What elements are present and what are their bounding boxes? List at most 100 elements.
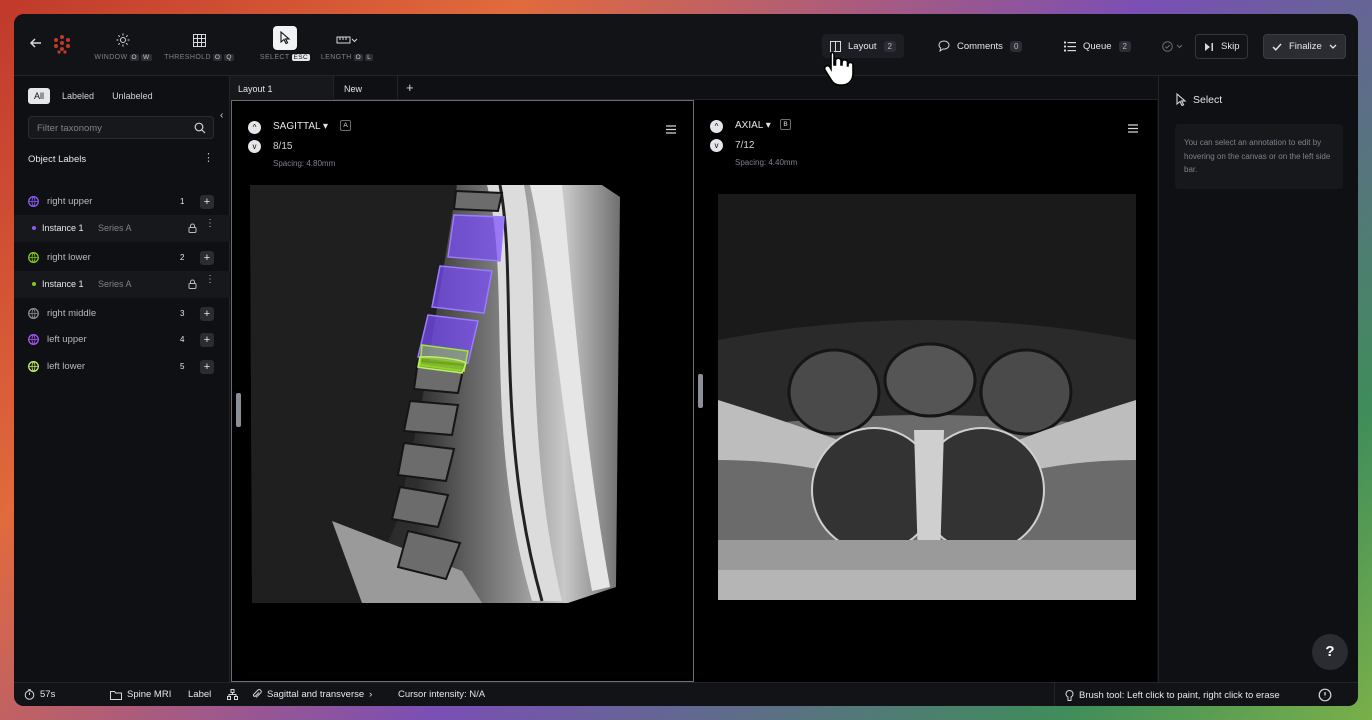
sphere-icon: [28, 334, 39, 345]
shortcut-key: O: [212, 54, 223, 61]
add-instance-button[interactable]: +: [200, 332, 214, 347]
object-labels-title: Object Labels: [28, 154, 87, 165]
label-item-left-lower[interactable]: left lower 5 +: [14, 353, 230, 380]
chat-icon: [1318, 688, 1332, 702]
label-item-left-upper[interactable]: left upper 4 +: [14, 326, 230, 353]
skip-label: Skip: [1221, 41, 1240, 52]
check-circle-icon: [1162, 40, 1173, 52]
back-button[interactable]: [28, 36, 44, 52]
hamburger-menu-icon[interactable]: [666, 125, 676, 134]
length-tool[interactable]: LENGTH O L: [312, 30, 382, 61]
add-tab-button[interactable]: +: [406, 80, 414, 95]
chevron-down-icon: [1329, 44, 1337, 49]
series-selector[interactable]: Sagittal and transverse ›: [252, 689, 372, 700]
tool-details-panel: Select You can select an annotation to e…: [1158, 76, 1358, 682]
instance-name: Instance 1: [42, 223, 84, 233]
instance-row[interactable]: Instance 1 Series A ⋮: [14, 215, 230, 242]
axial-mri-image[interactable]: [694, 100, 1157, 682]
label-shortcut: 2: [180, 253, 185, 262]
grid-icon: [192, 33, 206, 47]
layout-count: 2: [883, 40, 896, 52]
viewport-plane-dropdown[interactable]: AXIAL ▾: [735, 120, 771, 131]
slice-spacing: Spacing: 4.40mm: [735, 158, 798, 167]
taxonomy-search: [28, 116, 214, 139]
timer: 57s: [24, 689, 55, 700]
hand-cursor-icon: [824, 51, 854, 86]
chevron-right-icon: ›: [369, 689, 373, 700]
sagittal-mri-image[interactable]: [232, 101, 695, 683]
search-icon[interactable]: [194, 122, 206, 134]
plane-name: AXIAL: [735, 120, 763, 131]
resize-handle[interactable]: [236, 393, 241, 427]
status-dropdown[interactable]: [1154, 34, 1191, 58]
label-name: right middle: [47, 308, 97, 319]
viewport-tag: A: [340, 120, 351, 131]
tab-layout-1[interactable]: Layout 1: [230, 76, 334, 100]
brush-icon: [1065, 689, 1074, 701]
brush-hint-text: Brush tool: Left click to paint, right c…: [1079, 689, 1280, 701]
sagittal-viewport[interactable]: ^ v SAGITTAL ▾ A 8/15 Spacing: 4.80mm: [231, 100, 694, 682]
filter-unlabeled[interactable]: Unlabeled: [106, 88, 159, 104]
kebab-menu-icon[interactable]: ⋮: [205, 275, 215, 285]
sun-icon: [116, 33, 130, 47]
hierarchy-icon[interactable]: [227, 689, 238, 700]
lock-icon[interactable]: [188, 279, 197, 289]
help-button[interactable]: ?: [1312, 634, 1348, 670]
label-filter-tabs: All Labeled Unlabeled: [28, 88, 159, 104]
select-tool[interactable]: SELECT ESC: [250, 26, 320, 61]
label-shortcut: 1: [180, 197, 185, 206]
threshold-tool[interactable]: THRESHOLD O Q: [164, 30, 234, 61]
skip-icon: [1205, 42, 1213, 51]
shortcut-key: L: [365, 54, 374, 61]
slice-index: 8/15: [273, 141, 293, 152]
add-instance-button[interactable]: +: [200, 194, 214, 209]
kebab-menu-icon[interactable]: ⋮: [205, 219, 215, 229]
chevron-down-icon[interactable]: v: [248, 140, 261, 153]
add-instance-button[interactable]: +: [200, 359, 214, 374]
select-hint: You can select an annotation to edit by …: [1175, 124, 1343, 189]
window-tool-label: WINDOW: [94, 54, 128, 61]
cursor-intensity: Cursor intensity: N/A: [398, 689, 486, 700]
window-tool[interactable]: WINDOW O W: [88, 30, 158, 61]
filter-all[interactable]: All: [28, 88, 51, 104]
shortcut-key: W: [141, 54, 152, 61]
label-item-right-lower[interactable]: right lower 2 +: [14, 244, 230, 271]
select-tool-label: SELECT: [259, 54, 290, 61]
hamburger-menu-icon[interactable]: [1128, 124, 1138, 133]
comments-count: 0: [1009, 40, 1023, 52]
finalize-button[interactable]: Finalize: [1263, 34, 1346, 59]
brush-hint: Brush tool: Left click to paint, right c…: [1054, 683, 1280, 706]
label-item-right-upper[interactable]: right upper 1 +: [14, 188, 230, 215]
lock-icon[interactable]: [188, 223, 197, 233]
feedback-button[interactable]: [1318, 688, 1332, 702]
skip-button[interactable]: Skip: [1195, 34, 1249, 59]
collapse-sidebar-icon[interactable]: ‹: [220, 110, 223, 121]
add-instance-button[interactable]: +: [200, 250, 214, 265]
chevron-up-icon[interactable]: ^: [710, 120, 723, 133]
add-instance-button[interactable]: +: [200, 306, 214, 321]
chevron-down-icon[interactable]: v: [710, 139, 723, 152]
taxonomy-sidebar: All Labeled Unlabeled Object Labels ⋮ ri…: [14, 76, 230, 682]
hierarchy-icon-svg: [227, 689, 238, 700]
chevron-up-icon[interactable]: ^: [248, 121, 261, 134]
shortcut-key: Q: [224, 54, 234, 61]
label-shortcut: 5: [180, 362, 185, 371]
comments-button[interactable]: Comments 0: [930, 34, 1030, 58]
instance-row[interactable]: Instance 1 Series A ⋮: [14, 271, 230, 298]
tab-new[interactable]: New: [336, 76, 398, 100]
paperclip-icon: [252, 689, 262, 698]
instance-color-dot: [32, 282, 36, 286]
pointer-icon: [1176, 93, 1187, 106]
axial-viewport[interactable]: ^ v AXIAL ▾ B 7/12 Spacing: 4.40mm: [694, 100, 1157, 682]
pointer-icon: [280, 31, 291, 45]
slice-index: 7/12: [735, 140, 755, 151]
project-label: Spine MRI: [127, 689, 172, 700]
kebab-menu-icon[interactable]: ⋮: [203, 153, 214, 164]
queue-button[interactable]: Queue 2: [1056, 34, 1139, 58]
filter-labeled[interactable]: Labeled: [56, 88, 100, 104]
viewport-plane-dropdown[interactable]: SAGITTAL ▾: [273, 121, 328, 132]
taxonomy-search-input[interactable]: [37, 121, 187, 135]
comments-label: Comments: [957, 40, 1003, 52]
resize-handle[interactable]: [698, 374, 703, 408]
label-item-right-middle[interactable]: right middle 3 +: [14, 300, 230, 327]
